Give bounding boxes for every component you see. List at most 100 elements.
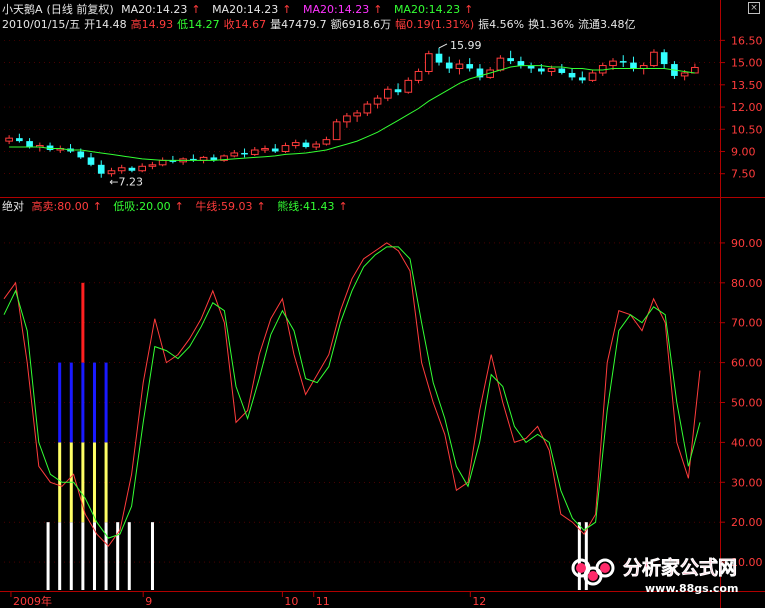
candle-body [302,142,310,148]
logo-dot-2 [588,571,598,581]
buy-zone-bar-yellow [104,442,108,523]
candle-body [547,68,556,72]
quote-change: 幅0.19(1.31%) [395,18,475,31]
date-tick-label: 10 [284,595,298,608]
buy-zone-bar-yellow [92,442,96,523]
candle-body [97,164,105,174]
candle-body [291,142,300,147]
candle-body [445,62,453,69]
indicator-tick-label: 50.00 [731,397,763,410]
bull-line [3,242,701,547]
candle-body [148,164,157,167]
indicator-tick-label: 30.00 [731,476,763,489]
buy-zone-bar-blue [81,362,85,443]
candle-body [578,77,586,81]
quote-date: 2010/01/15/五 [2,18,81,31]
logo-title: 分析家公式网 [623,556,737,579]
candle-body [435,53,443,63]
ma-item-2: MA20:14.23 ↑ [212,3,292,16]
indicator-title-bar: 绝对 高卖:80.00 ↑ 低吸:20.00 ↑ 牛线:59.03 ↑ 熊线:41.4… [2,200,356,213]
candle-body [230,152,239,157]
close-icon[interactable]: × [748,2,760,14]
price-tick-label: 13.50 [731,79,763,92]
candle-body [322,139,331,145]
indicator-item-bear: 熊线:41.43 ↑ [277,200,348,213]
candle-body [332,121,341,141]
buy-zone-bar-blue [104,362,108,443]
period-label[interactable]: (日线 前复权) [47,3,114,16]
candle-body [568,72,576,78]
candle-body [241,152,248,155]
stock-name[interactable]: 小天鹅A [2,3,43,16]
candle-body [609,60,617,67]
buy-zone-bar-white [104,522,108,590]
price-tick-label: 10.50 [731,123,763,136]
ma-item-4: MA20:14.23 ↑ [393,3,474,16]
candle-body [424,53,433,72]
buy-zone-bar-white [58,522,62,590]
buy-zone-bar-white [127,522,131,590]
candle-body [5,137,13,142]
buy-zone-bar-white [69,522,73,590]
candle-body [353,112,361,117]
candle-body [455,63,464,70]
logo-dot-3 [600,563,610,573]
quote-float-cap: 流通3.48亿 [578,18,636,31]
indicator-tick-label: 60.00 [731,357,763,370]
candle-body [680,72,689,77]
quote-turnover: 换1.36% [528,18,575,31]
candle-body [117,167,126,172]
indicator-item-buy: 低吸:20.00 ↑ [113,200,184,213]
candle-body [517,61,525,66]
candle-body [404,79,413,93]
date-tick-label: 9 [145,595,152,608]
buy-zone-bar-blue [92,362,96,443]
candle-body [107,170,116,175]
price-tick-label: 9.00 [731,145,756,158]
stock-chart[interactable]: 16.50 15.00 13.50 12.00 10.50 9.00 7.50 90.00 8… [0,0,765,608]
candle-body [650,51,658,67]
candle-body [128,167,136,171]
high-mark-label: 15.99 [450,39,482,52]
date-tick-label: 2009年 [13,594,52,608]
quote-amplitude: 振4.56% [478,18,525,31]
buy-zone-bar-white [81,522,85,590]
candle-body [691,66,699,74]
candle-body [496,57,505,71]
candle-body [138,165,147,172]
candle-body [87,157,95,165]
indicator-tick-label: 40.00 [731,436,763,449]
candle-body [383,88,392,99]
indicator-name[interactable]: 绝对 [2,200,24,213]
buy-zone-bar-white [46,522,50,590]
candle-body [16,138,23,142]
candle-body [373,97,382,105]
candle-body [281,145,290,152]
indicator-item-bull: 牛线:59.03 ↑ [195,200,266,213]
candle-body [250,149,259,155]
candle-body [558,68,566,73]
quote-close: 收14.67 [223,18,267,31]
quote-volume: 量47479.7 [270,18,327,31]
indicator-tick-label: 20.00 [731,516,763,529]
bear-line [3,246,701,539]
date-tick-label: 11 [316,595,330,608]
quote-amount: 额6918.6万 [330,18,392,31]
candle-body [660,52,668,65]
candle-series [5,47,699,178]
quote-low: 低14.27 [177,18,220,31]
buy-zone-bar-blue [58,362,62,443]
logo-url: www.88gs.com [645,582,738,595]
ma-item-3: MA20:14.23 ↑ [303,3,383,16]
date-tick-label: 12 [472,595,486,608]
chart-title-bar: 小天鹅A (日线 前复权) MA20:14.23 ↑ MA20:14.23 ↑ MA2… [2,3,481,16]
quote-high: 高14.93 [130,18,174,31]
ma-item-1: MA20:14.23 ↑ [121,3,201,16]
low-mark-label: ←7.23 [109,176,143,189]
buy-zone-bar-red [81,282,85,363]
candle-body [507,58,514,62]
candle-body [363,103,372,114]
signal-bars [46,282,588,590]
candle-body [312,143,321,148]
candle-body [271,148,279,152]
